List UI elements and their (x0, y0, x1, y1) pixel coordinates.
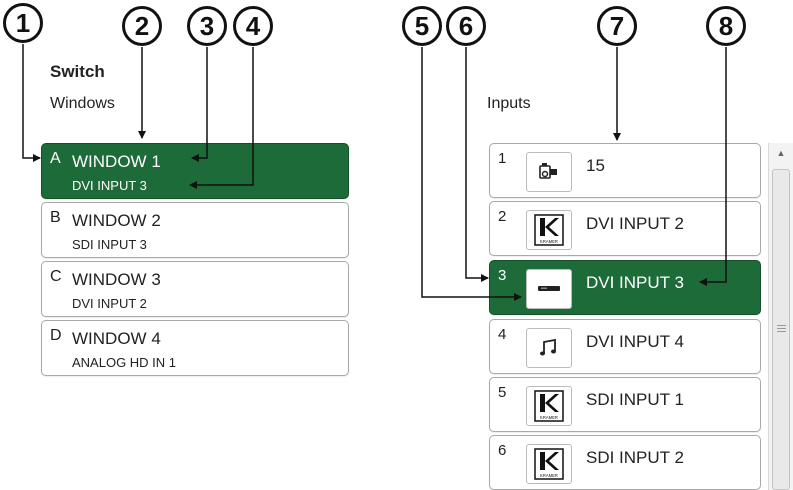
callout-leader-lines (22, 44, 727, 301)
leader-line-6 (465, 47, 489, 282)
leader-line-8 (699, 47, 727, 286)
leader-line-1 (22, 44, 41, 162)
leader-line-5 (421, 47, 522, 301)
leader-line-4 (189, 47, 254, 189)
leader-line-3 (191, 47, 208, 162)
